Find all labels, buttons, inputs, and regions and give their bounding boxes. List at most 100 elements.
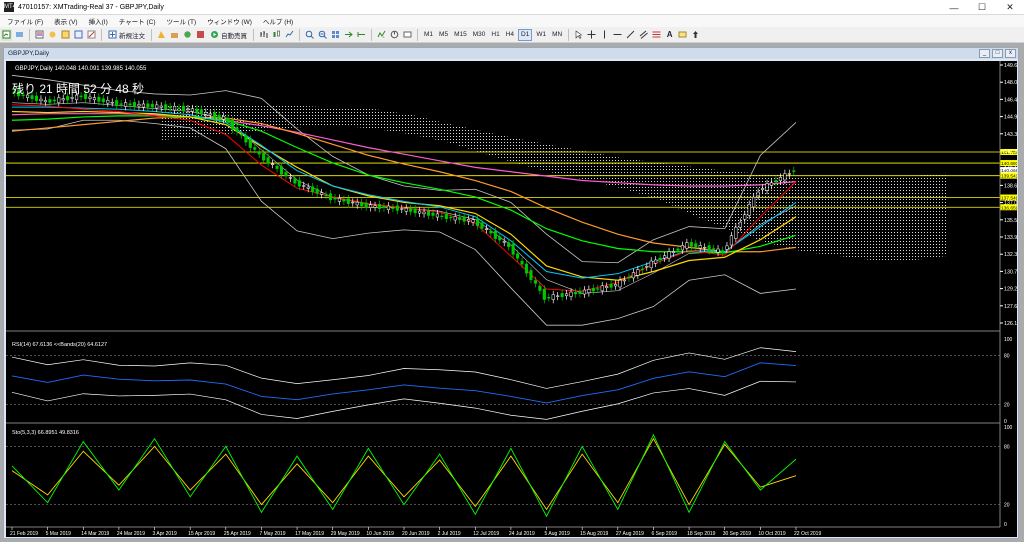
menu-help[interactable]: ヘルプ (H) bbox=[263, 16, 293, 26]
candle-body bbox=[253, 147, 257, 150]
zoom-in-icon[interactable] bbox=[304, 29, 315, 41]
rsi-tick-label: 100 bbox=[1004, 337, 1013, 343]
date-tick-label: 22 Oct 2019 bbox=[794, 531, 821, 537]
timeframe-m1[interactable]: M1 bbox=[422, 29, 435, 41]
price-tick-label: 135.510 bbox=[1004, 218, 1017, 224]
candle-body bbox=[275, 165, 279, 169]
candle-body bbox=[774, 180, 778, 183]
timeframe-d1[interactable]: D1 bbox=[518, 28, 533, 41]
candle-body bbox=[355, 201, 359, 206]
crosshair-icon[interactable] bbox=[586, 29, 597, 41]
menu-view[interactable]: 表示 (V) bbox=[54, 16, 77, 26]
candle-body bbox=[631, 272, 635, 279]
label-tool-icon[interactable] bbox=[677, 29, 688, 41]
candle-body bbox=[533, 280, 537, 284]
candlestick-icon[interactable] bbox=[271, 29, 282, 41]
candle-body bbox=[475, 218, 480, 226]
line-chart-icon[interactable] bbox=[284, 29, 295, 41]
new-order-button[interactable]: 新規注文 bbox=[106, 29, 147, 41]
chart-close-button[interactable]: x bbox=[1005, 49, 1016, 58]
chart-canvas[interactable]: 141.704 140.693 140.055 139.541 137.549 136.6… bbox=[6, 61, 1017, 537]
rsi-label: RSI(14) 67.6136 <<Bands(20) 64.6127 bbox=[12, 342, 107, 348]
candle-body bbox=[391, 207, 395, 209]
cursor-icon[interactable] bbox=[573, 29, 584, 41]
ea-icon[interactable] bbox=[195, 29, 206, 41]
bar-chart-icon[interactable] bbox=[258, 29, 269, 41]
stoch-tick-label: 0 bbox=[1004, 522, 1007, 528]
candle-body bbox=[560, 293, 564, 298]
stochastic-label: Sto(5,3,3) 66.8951 49.8316 bbox=[12, 430, 79, 436]
candle-body bbox=[435, 213, 439, 218]
profiles-icon[interactable] bbox=[14, 29, 25, 41]
zoom-out-icon[interactable] bbox=[317, 29, 328, 41]
vertical-line-icon[interactable] bbox=[599, 29, 610, 41]
close-button[interactable]: ✕ bbox=[996, 0, 1024, 15]
rsi-tick-label: 80 bbox=[1004, 353, 1010, 359]
templates-icon[interactable] bbox=[402, 29, 413, 41]
candle-body bbox=[551, 294, 555, 300]
candle-body bbox=[66, 96, 70, 101]
candle-body bbox=[569, 291, 573, 297]
arrows-icon[interactable] bbox=[690, 29, 701, 41]
strategy-tester-icon[interactable] bbox=[86, 29, 97, 41]
data-window-icon[interactable] bbox=[47, 29, 58, 41]
market-watch-icon[interactable] bbox=[34, 29, 45, 41]
candle-body bbox=[698, 245, 702, 249]
candle-body bbox=[725, 245, 729, 250]
autoscroll-icon[interactable] bbox=[343, 29, 354, 41]
candle-body bbox=[471, 219, 475, 223]
menu-tools[interactable]: ツール (T) bbox=[167, 16, 197, 26]
candle-body bbox=[262, 153, 266, 161]
chart-maximize-button[interactable]: □ bbox=[992, 49, 1003, 58]
minimize-button[interactable]: — bbox=[940, 0, 968, 15]
candle-body bbox=[115, 100, 119, 106]
candle-body bbox=[636, 269, 640, 276]
candle-body bbox=[364, 202, 368, 208]
price-tick-label: 143.340 bbox=[1004, 132, 1017, 138]
timeframe-mn[interactable]: MN bbox=[550, 29, 564, 41]
text-tool-icon[interactable]: A bbox=[664, 29, 675, 41]
candle-body bbox=[422, 211, 426, 215]
menu-insert[interactable]: 挿入(I) bbox=[89, 16, 108, 26]
candle-body bbox=[685, 242, 689, 249]
timeframe-w1[interactable]: W1 bbox=[534, 29, 548, 41]
signals-icon[interactable] bbox=[169, 29, 180, 41]
tile-windows-icon[interactable] bbox=[330, 29, 341, 41]
date-tick-label: 15 Apr 2019 bbox=[188, 531, 215, 537]
trendline-icon[interactable] bbox=[625, 29, 636, 41]
fibonacci-icon[interactable] bbox=[651, 29, 662, 41]
timeframe-m30[interactable]: M30 bbox=[471, 29, 488, 41]
horizontal-line-icon[interactable] bbox=[612, 29, 623, 41]
timeframe-h4[interactable]: H4 bbox=[504, 29, 516, 41]
candle-body bbox=[565, 293, 569, 297]
candle-body bbox=[462, 216, 466, 222]
market-icon[interactable] bbox=[182, 29, 193, 41]
terminal-icon[interactable] bbox=[73, 29, 84, 41]
candle-body bbox=[707, 245, 711, 251]
timeframe-m15[interactable]: M15 bbox=[452, 29, 469, 41]
candle-body bbox=[622, 279, 627, 282]
navigator-icon[interactable] bbox=[60, 29, 71, 41]
timeframe-h1[interactable]: H1 bbox=[489, 29, 501, 41]
auto-trading-button[interactable]: 自動売買 bbox=[208, 29, 249, 41]
chart-minimize-button[interactable]: _ bbox=[979, 49, 990, 58]
candle-body bbox=[712, 248, 716, 251]
menu-file[interactable]: ファイル (F) bbox=[7, 16, 43, 26]
new-chart-icon[interactable] bbox=[1, 28, 12, 41]
indicators-icon[interactable]: + bbox=[376, 29, 387, 41]
chart-shift-icon[interactable] bbox=[356, 29, 367, 41]
candle-body bbox=[671, 251, 676, 254]
timeframe-m5[interactable]: M5 bbox=[437, 29, 450, 41]
candle-body bbox=[729, 235, 733, 246]
menu-chart[interactable]: チャート (C) bbox=[119, 16, 156, 26]
date-tick-label: 5 Aug 2019 bbox=[545, 531, 571, 537]
candle-body bbox=[306, 186, 310, 189]
menu-window[interactable]: ウィンドウ (W) bbox=[207, 16, 252, 26]
maximize-button[interactable]: ☐ bbox=[968, 0, 996, 15]
channel-icon[interactable] bbox=[638, 29, 649, 41]
candle-body bbox=[444, 213, 448, 220]
rsi-band-upper bbox=[11, 347, 797, 389]
periods-icon[interactable] bbox=[389, 29, 400, 41]
metaeditor-icon[interactable] bbox=[156, 29, 167, 41]
candle-body bbox=[511, 243, 515, 255]
